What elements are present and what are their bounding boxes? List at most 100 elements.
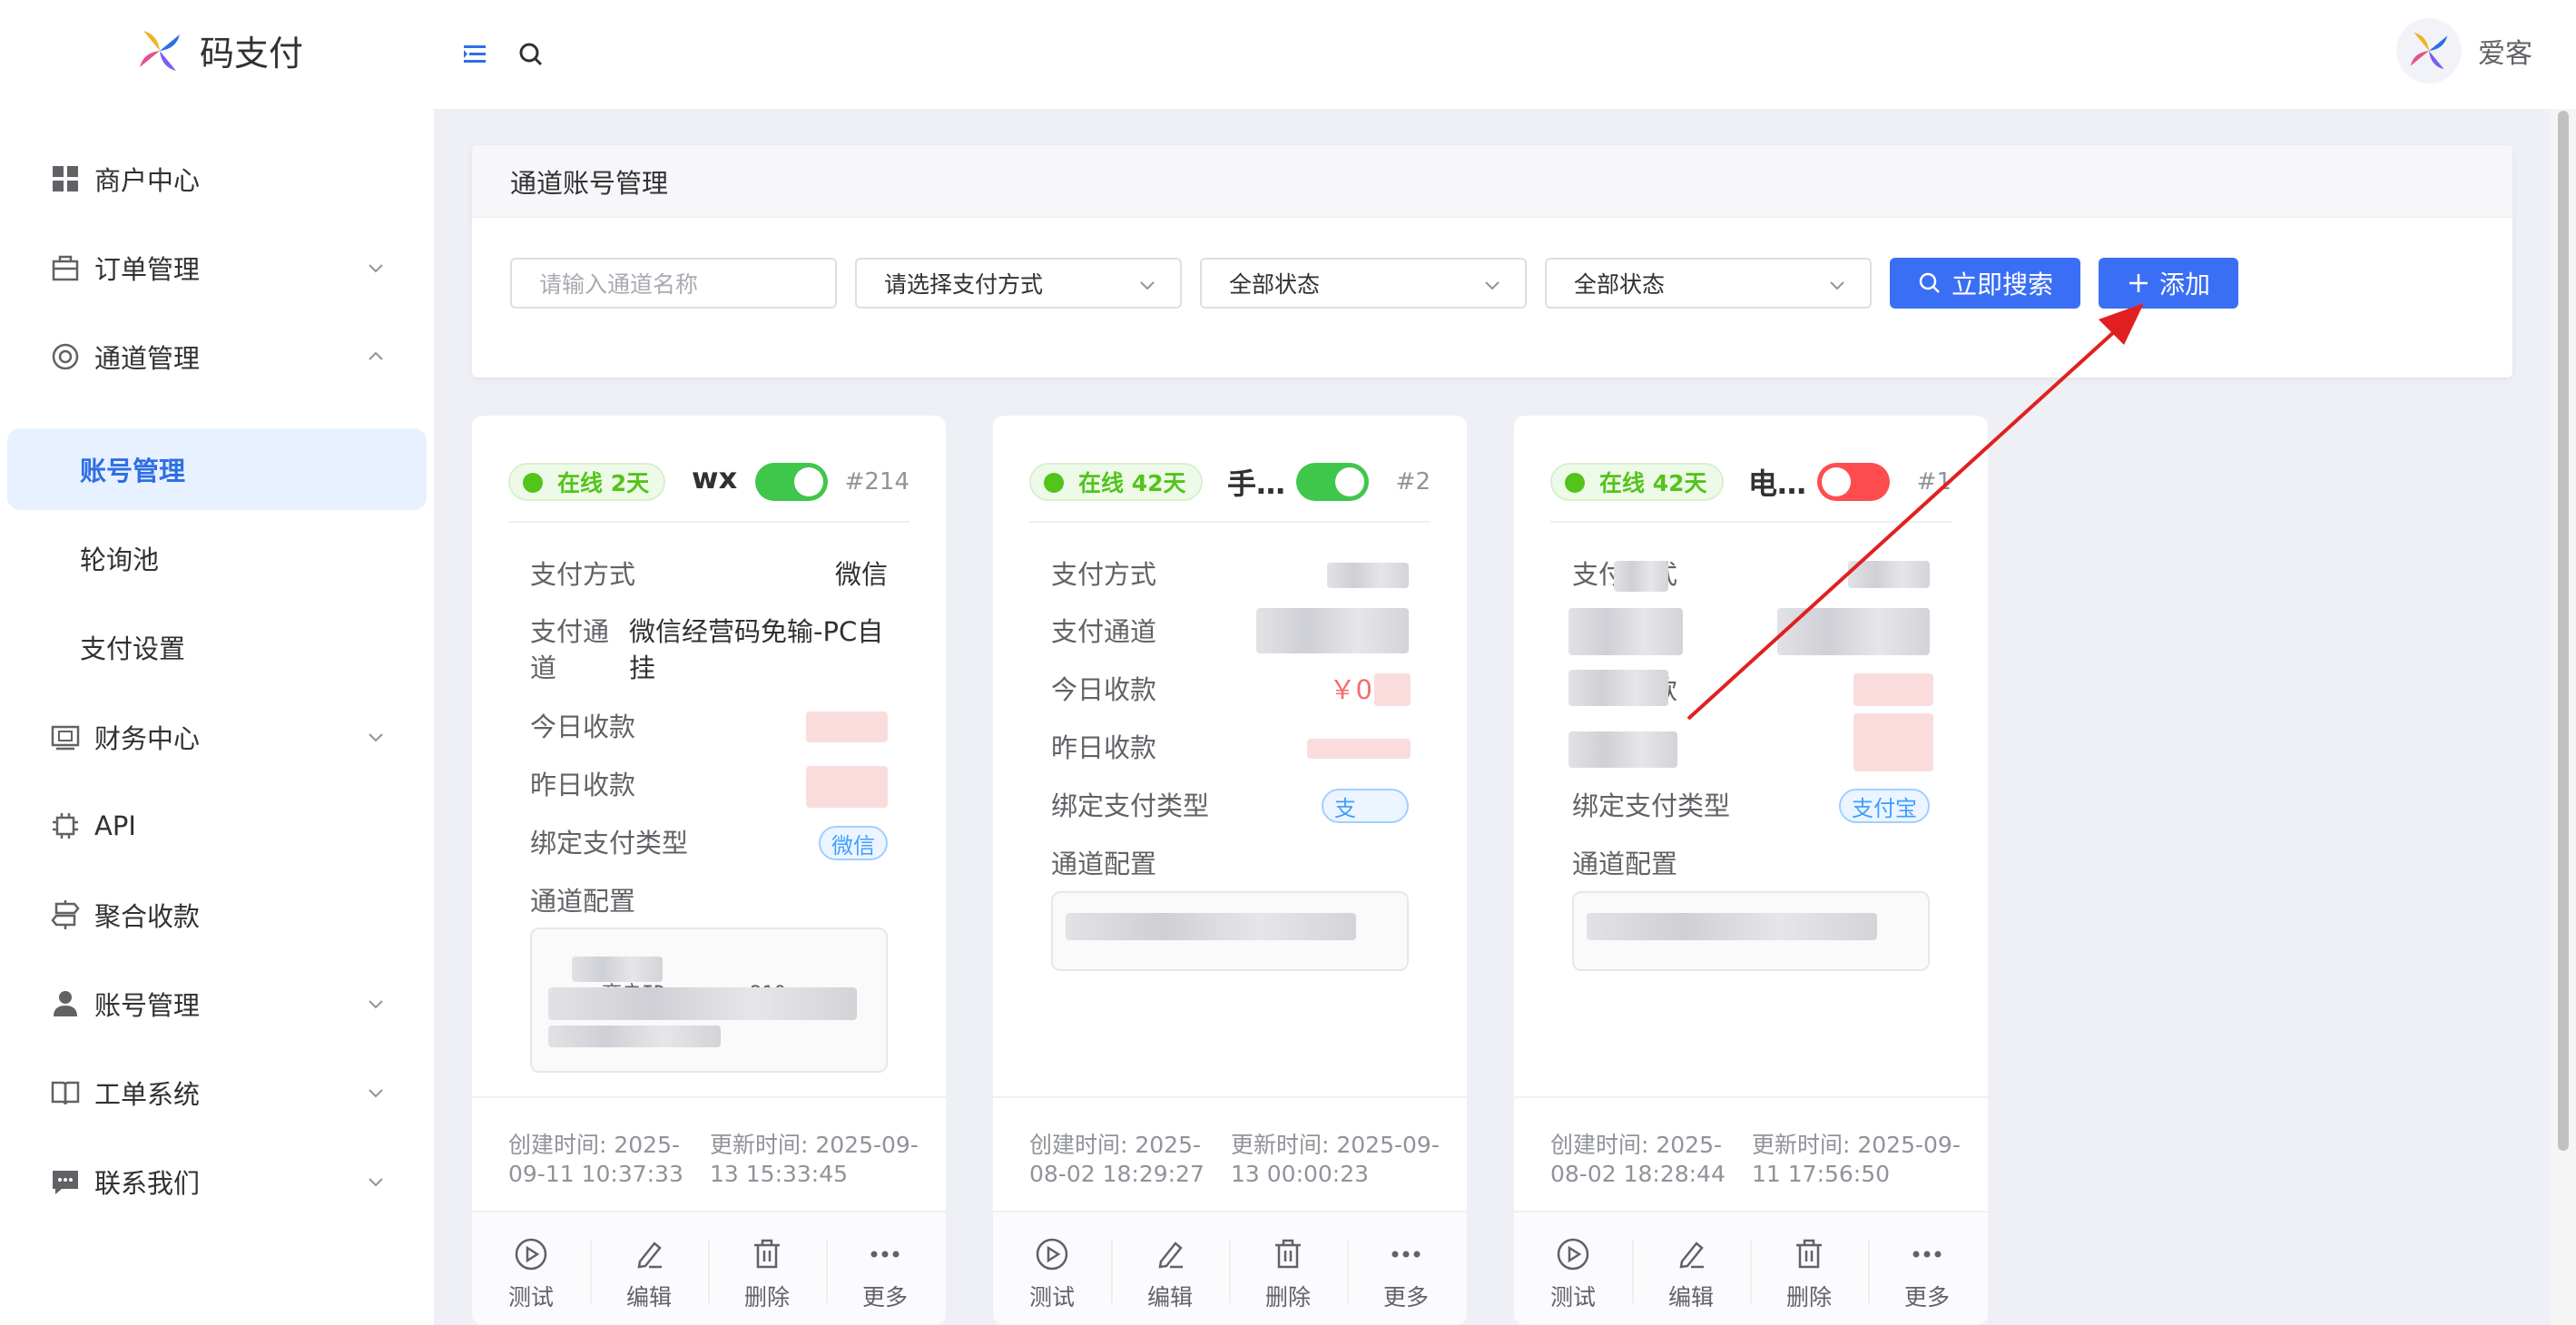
delete-button[interactable]: 删除 (708, 1212, 826, 1325)
search-icon[interactable] (513, 36, 549, 73)
sidebar-item-contact-us[interactable]: 联系我们 (0, 1137, 434, 1226)
sidebar-item-tickets[interactable]: 工单系统 (0, 1048, 434, 1137)
bind-type-label: 绑定支付类型 (1051, 790, 1210, 821)
status-select-2[interactable]: 全部状态 (1545, 258, 1872, 309)
pencil-icon (637, 1242, 662, 1269)
pay-method-select[interactable]: 请选择支付方式 (855, 258, 1182, 309)
avatar (2396, 18, 2462, 83)
user-icon (54, 991, 77, 1016)
sidebar-item-orders[interactable]: 订单管理 (0, 223, 434, 312)
sidebar-item-accounts[interactable]: 账号管理 (0, 959, 434, 1048)
channel-card: 在线 2天 wx #214 支付方式 微信 支付通道 微信经营码免输-PC自挂 … (472, 416, 946, 1325)
more-button[interactable]: 更多 (826, 1212, 944, 1325)
check-circle-icon (523, 473, 543, 493)
sidebar-item-label: 支付设置 (80, 633, 186, 664)
channel-name-input[interactable]: 请输入通道名称 (510, 258, 837, 309)
test-label: 测试 (507, 1284, 554, 1310)
sidebar-item-merchant-center[interactable]: 商户中心 (0, 134, 434, 223)
add-button[interactable]: 添加 (2099, 258, 2238, 309)
redacted-config (1587, 913, 1877, 940)
sidebar-item-api[interactable]: API (0, 781, 434, 870)
yesterday-income-label: 昨日收款 (530, 770, 636, 800)
sidebar-item-account-management[interactable]: 账号管理 (7, 428, 427, 510)
edit-button[interactable]: 编辑 (590, 1212, 708, 1325)
play-circle-icon (515, 1238, 547, 1271)
redacted-value (1256, 608, 1409, 653)
more-label: 更多 (1382, 1284, 1429, 1310)
chevron-down-icon (1140, 281, 1155, 290)
signpost-icon (51, 900, 80, 929)
channel-id: #214 (844, 468, 909, 496)
sidebar-item-label: 账号管理 (80, 456, 186, 486)
sidebar: 商户中心 订单管理 通道管理 账号管理 轮询池 支付设置 财务中心 API 聚合… (0, 109, 434, 1325)
config-label: 通道配置 (1051, 849, 1157, 879)
search-button-label: 立即搜索 (1951, 270, 2053, 299)
test-button[interactable]: 测试 (1514, 1212, 1632, 1325)
delete-button[interactable]: 删除 (1750, 1212, 1868, 1325)
search-icon (1919, 272, 1940, 293)
delete-button[interactable]: 删除 (1229, 1212, 1347, 1325)
status-text: 在线 2天 (557, 470, 650, 496)
bind-type-label: 绑定支付类型 (530, 828, 689, 859)
status-badge: 在线 42天 (1550, 463, 1724, 501)
pay-type-tag: 支付宝 (1839, 789, 1930, 823)
sidebar-item-label: 轮询池 (80, 545, 160, 575)
more-label: 更多 (1903, 1284, 1950, 1310)
edit-button[interactable]: 编辑 (1111, 1212, 1229, 1325)
trash-icon (1796, 1239, 1822, 1269)
test-label: 测试 (1028, 1284, 1075, 1310)
redacted-config (1066, 913, 1356, 940)
pay-channel-label: 支付通道 (1051, 616, 1157, 647)
channel-name: 手… (1227, 466, 1285, 501)
bag-icon (52, 255, 79, 281)
test-button[interactable]: 测试 (472, 1212, 590, 1325)
bind-type-label: 绑定支付类型 (1572, 790, 1731, 821)
enable-toggle[interactable] (755, 463, 828, 501)
enable-toggle[interactable] (1817, 463, 1890, 501)
sidebar-item-aggregate-collection[interactable]: 聚合收款 (0, 870, 434, 959)
today-income-value: ￥0 (1329, 674, 1372, 705)
status-select-1-value: 全部状态 (1229, 271, 1321, 298)
pencil-icon (1679, 1242, 1704, 1269)
status-select-1[interactable]: 全部状态 (1200, 258, 1527, 309)
sidebar-item-label: 聚合收款 (94, 901, 201, 932)
delete-label: 删除 (1264, 1284, 1311, 1310)
delete-label: 删除 (743, 1284, 790, 1310)
sidebar-item-channels[interactable]: 通道管理 (0, 312, 434, 401)
toggle-knob (794, 467, 823, 496)
redacted-amount (806, 712, 888, 742)
pay-type-tag: 微信 (819, 826, 888, 860)
logo[interactable]: 码支付 (136, 25, 303, 75)
status-badge: 在线 42天 (1029, 463, 1203, 501)
sidebar-item-finance[interactable]: 财务中心 (0, 692, 434, 781)
chevron-down-icon (369, 733, 383, 742)
more-label: 更多 (861, 1284, 908, 1310)
test-button[interactable]: 测试 (993, 1212, 1111, 1325)
sidebar-item-payment-settings[interactable]: 支付设置 (0, 606, 434, 688)
more-button[interactable]: 更多 (1868, 1212, 1986, 1325)
enable-toggle[interactable] (1296, 463, 1369, 501)
redacted-config (548, 1026, 721, 1047)
play-circle-icon (1036, 1238, 1068, 1271)
redacted-config (572, 957, 663, 982)
redacted-value (1568, 608, 1683, 655)
more-button[interactable]: 更多 (1347, 1212, 1465, 1325)
status-text: 在线 42天 (1599, 470, 1707, 496)
user-name: 爱客 (2478, 38, 2532, 70)
search-button[interactable]: 立即搜索 (1890, 258, 2080, 309)
user-menu[interactable]: 爱客 (2396, 18, 2532, 83)
card-actions: 测试 编辑 删除 更多 (993, 1211, 1467, 1325)
sidebar-item-polling-pool[interactable]: 轮询池 (0, 517, 434, 599)
redacted-amount (1853, 673, 1933, 706)
panel-title: 通道账号管理 (472, 145, 2512, 218)
chevron-down-icon (369, 1089, 383, 1098)
channel-id: #2 (1395, 468, 1431, 496)
plus-icon (2129, 274, 2148, 292)
sidebar-item-label: 工单系统 (94, 1079, 201, 1110)
scrollbar-thumb[interactable] (2558, 111, 2569, 1151)
edit-button[interactable]: 编辑 (1632, 1212, 1750, 1325)
sidebar-item-label: API (94, 810, 136, 841)
card-actions: 测试 编辑 删除 更多 (1514, 1211, 1988, 1325)
menu-collapse-icon[interactable] (457, 36, 493, 73)
page-scrollbar[interactable] (2551, 109, 2576, 1325)
